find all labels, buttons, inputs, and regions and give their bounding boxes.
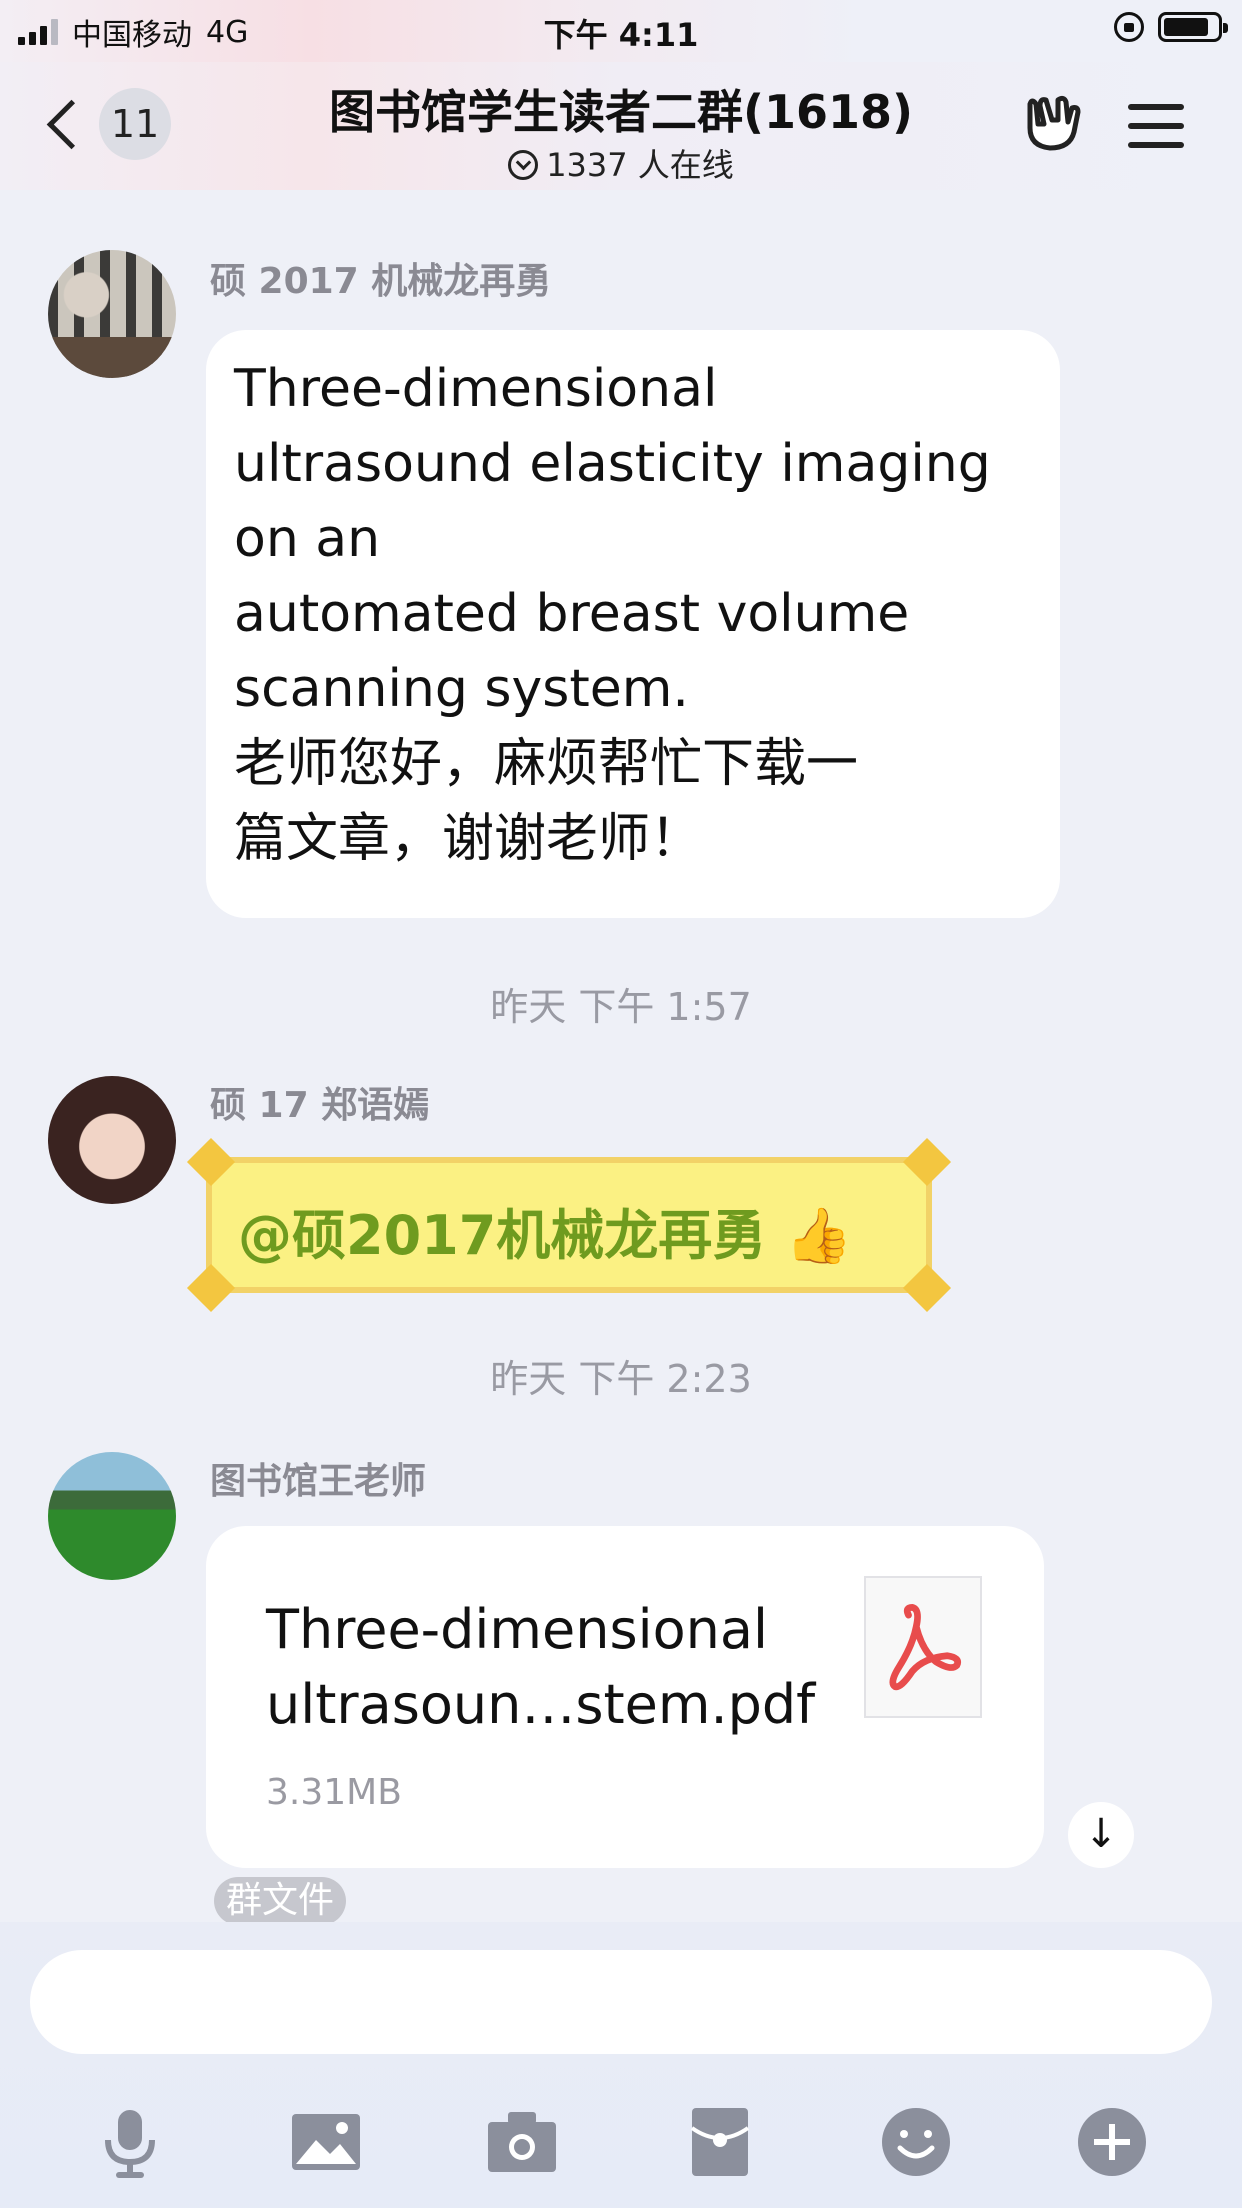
input-toolbar <box>0 2102 1242 2192</box>
camera-icon[interactable] <box>482 2102 562 2182</box>
sender-name: 硕 2017 机械龙再勇 <box>210 261 552 302</box>
battery-icon <box>1158 12 1228 42</box>
nav-bar: 11 图书馆学生读者二群(1618) 1337 人在线 <box>0 62 1242 190</box>
status-right <box>1114 12 1228 42</box>
file-message-bubble[interactable]: Three-dimensional ultrasoun…stem.pdf 3.3… <box>206 1526 1044 1868</box>
group-file-tag[interactable]: 群文件 <box>214 1877 347 1925</box>
clock: 下午 4:11 <box>543 16 699 54</box>
timestamp: 昨天 下午 2:23 <box>490 1357 752 1401</box>
red-packet-icon[interactable] <box>680 2102 760 2182</box>
hand-gesture-icon[interactable] <box>1022 94 1082 156</box>
sender-name: 图书馆王老师 <box>210 1461 427 1502</box>
mention-text: @硕2017机械龙再勇 👍 <box>238 1204 853 1267</box>
message-bubble[interactable]: Three-dimensional ultrasound elasticity … <box>206 330 1060 918</box>
file-name: Three-dimensional ultrasoun…stem.pdf <box>266 1598 816 1736</box>
sender-name: 硕 17 郑语嫣 <box>210 1085 430 1126</box>
sticker-message-bubble[interactable]: @硕2017机械龙再勇 👍 <box>186 1137 952 1313</box>
avatar[interactable] <box>48 1076 176 1204</box>
microphone-icon[interactable] <box>90 2102 170 2182</box>
emoji-icon[interactable] <box>876 2102 956 2182</box>
plus-icon[interactable] <box>1072 2102 1152 2182</box>
image-icon[interactable] <box>286 2102 366 2182</box>
online-count-label: 1337 人在线 <box>546 146 734 184</box>
chevron-down-circle-icon <box>508 150 539 180</box>
download-button[interactable]: ↓ <box>1068 1802 1134 1868</box>
menu-icon[interactable] <box>1128 104 1184 148</box>
input-area <box>0 1922 1242 2208</box>
pdf-icon <box>864 1576 982 1718</box>
file-size: 3.31MB <box>266 1772 402 1813</box>
message-text: Three-dimensional ultrasound elasticity … <box>234 359 991 869</box>
avatar[interactable] <box>48 250 176 378</box>
timestamp: 昨天 下午 1:57 <box>490 985 752 1029</box>
message-input[interactable] <box>30 1950 1212 2054</box>
rotation-lock-icon <box>1114 12 1144 42</box>
status-bar: 中国移动 4G 下午 4:11 <box>0 0 1242 62</box>
avatar[interactable] <box>48 1452 176 1580</box>
